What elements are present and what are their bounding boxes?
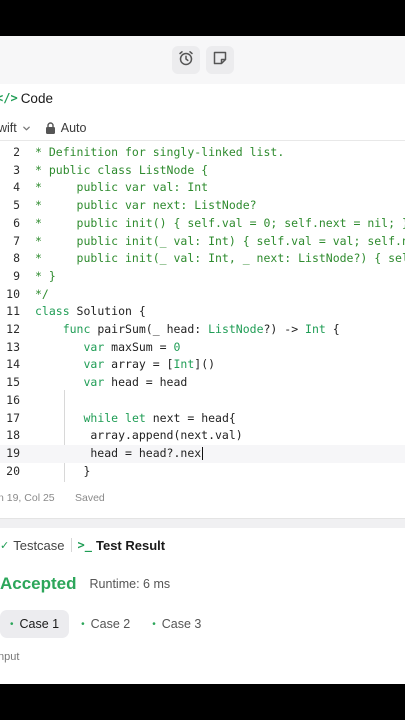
code-editor[interactable]: 2 * Definition for singly-linked list. 3 *… [0,144,405,482]
code-line: 14 var array = [Int]() [6,357,216,372]
code-icon: </> [0,91,18,105]
status-dot-icon: • [152,618,156,630]
code-panel-title: Code [20,90,53,106]
editor-settings-row: wift Auto [0,116,405,140]
divider [0,140,405,141]
language-selector[interactable]: wift [0,121,31,135]
code-line: 12 func pairSum(_ head: ListNode?) -> In… [6,322,340,336]
note-icon [211,49,229,72]
bottom-letterbox [0,684,405,720]
notes-button[interactable] [206,46,234,74]
case-tab-1[interactable]: • Case 1 [0,610,70,638]
case-tabs: • Case 1 • Case 2 • Case 3 [0,610,405,638]
case-tab-label: Case 3 [161,617,202,631]
status-dot-icon: • [10,618,14,630]
code-line: 18 array.append(next.val) [6,428,243,443]
case-tab-2[interactable]: • Case 2 [71,610,140,638]
case-tab-3[interactable]: • Case 3 [142,610,211,638]
verdict-label: Accepted [0,574,77,593]
alarm-clock-icon [177,49,195,72]
code-line: 4 * public var val: Int [13,180,209,195]
result-tabs: ✓ Testcase >_ Test Result [0,532,405,558]
runtime-label: Runtime: 6 ms [89,577,171,591]
code-line: 7 * public init(_ val: Int) { self.val = … [13,233,405,248]
check-icon: ✓ [0,539,10,552]
cursor-position: n 19, Col 25 [0,492,55,504]
code-line: 11 class Solution { [6,304,146,319]
auto-mode-toggle[interactable]: Auto [45,121,87,135]
code-line: 5 * public var next: ListNode? [13,198,257,213]
tab-test-result[interactable]: >_ Test Result [78,538,166,553]
code-line: 9 * } [13,268,56,283]
code-line: 13 var maxSum = 0 [6,339,181,354]
top-letterbox [0,0,405,36]
status-dot-icon: • [81,618,85,630]
code-line: 8 * public init(_ val: Int, _ next: ListN… [13,251,405,266]
save-status: Saved [75,492,105,504]
tab-test-result-label: Test Result [95,537,166,553]
panel-splitter[interactable] [0,518,405,528]
result-summary: Accepted Runtime: 6 ms [0,572,405,596]
code-line: 15 var head = head [6,375,188,390]
code-line: 6 * public init() { self.val = 0; self.ne… [13,215,405,230]
tab-divider [70,538,72,552]
app-screen: </> Code wift Auto 2* Definition for sin… [0,36,405,684]
lock-icon [45,122,55,134]
code-line: 17 while let next = head{ [6,410,236,425]
code-panel-header[interactable]: </> Code [0,84,405,112]
top-toolbar [0,36,405,84]
chevron-down-icon [22,126,30,130]
timer-button[interactable] [172,46,200,74]
case-tab-label: Case 1 [19,617,60,631]
language-label: wift [0,121,17,135]
tab-testcase[interactable]: ✓ Testcase [0,538,65,553]
tab-testcase-label: Testcase [13,537,65,553]
code-line-current: 19 head = head?.nex [0,444,405,463]
code-line: 10 */ [6,286,49,301]
code-line: 2 * Definition for singly-linked list. [13,145,285,159]
auto-mode-label: Auto [60,121,87,135]
code-line: 16 [6,392,20,407]
case-tab-label: Case 2 [90,617,131,631]
code-line: 20 } [6,463,91,478]
text-cursor [202,446,204,460]
input-label: nput [0,651,20,663]
code-line: 3 * public class ListNode { [13,162,209,177]
editor-status-bar: n 19, Col 25 Saved [0,492,405,508]
terminal-icon: >_ [77,538,92,552]
